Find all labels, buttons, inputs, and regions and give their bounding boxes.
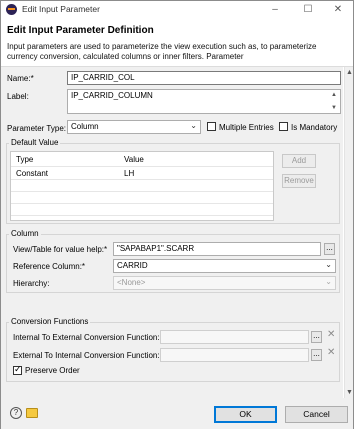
close-button[interactable]: ✕ [324, 2, 352, 17]
is-mandatory-checkbox[interactable] [279, 122, 288, 131]
row-divider [11, 191, 273, 192]
eclipse-app-icon [6, 4, 17, 15]
ok-button[interactable]: OK [214, 406, 277, 423]
name-label: Name:* [7, 74, 34, 83]
multiple-entries-label: Multiple Entries [219, 123, 274, 132]
page-title: Edit Input Parameter Definition [7, 25, 154, 36]
name-field[interactable]: IP_CARRID_COL [67, 71, 341, 85]
row-divider [11, 203, 273, 204]
reference-column-value: CARRID [117, 261, 148, 270]
scroll-up-arrow-icon[interactable]: ▲ [346, 69, 353, 76]
parameter-type-label: Parameter Type: [7, 124, 66, 133]
view-table-label: View/Table for value help:* [13, 245, 108, 254]
column-header-value: Value [124, 155, 144, 164]
row-divider [11, 179, 273, 180]
table-row[interactable]: Constant LH [11, 167, 273, 179]
dialog-window: Edit Input Parameter – ☐ ✕ Edit Input Pa… [0, 0, 354, 429]
chevron-down-icon: ⌄ [190, 121, 197, 130]
browse-view-table-button[interactable]: ... [324, 243, 335, 255]
hierarchy-label: Hierarchy: [13, 279, 50, 288]
view-table-field[interactable]: "SAPABAP1".SCARR [113, 242, 321, 256]
clear-x-icon[interactable]: ✕ [327, 347, 335, 358]
ext-to-int-field[interactable] [160, 348, 309, 362]
header-description: Input parameters are used to parameteriz… [7, 42, 317, 61]
folder-icon[interactable] [26, 408, 38, 418]
int-to-ext-label: Internal To External Conversion Function… [13, 333, 160, 342]
parameter-type-value: Column [71, 122, 99, 131]
form-content: Name:* IP_CARRID_COL Label: IP_CARRID_CO… [1, 67, 343, 398]
chevron-down-icon: ⌄ [325, 260, 332, 269]
column-header-type: Type [16, 155, 34, 164]
dialog-footer: ? OK Cancel [1, 398, 353, 429]
window-title: Edit Input Parameter [22, 4, 100, 14]
browse-int-to-ext-button[interactable]: ... [311, 331, 322, 343]
default-value-title: Default Value [9, 138, 61, 147]
is-mandatory-label: Is Mandatory [291, 123, 338, 132]
hierarchy-select[interactable]: <None> ⌄ [113, 276, 336, 290]
scroll-down-icon: ▼ [331, 105, 337, 111]
scroll-down-arrow-icon[interactable]: ▼ [346, 389, 353, 396]
row-type-cell[interactable]: Constant [16, 169, 48, 178]
dialog-header: Edit Input Parameter Definition Input pa… [1, 19, 353, 67]
title-bar[interactable]: Edit Input Parameter – ☐ ✕ [1, 1, 353, 19]
label-label: Label: [7, 92, 29, 101]
row-divider [11, 215, 273, 216]
help-icon[interactable]: ? [10, 407, 22, 419]
chevron-down-icon: ⌄ [325, 277, 332, 286]
browse-ext-to-int-button[interactable]: ... [311, 349, 322, 361]
minimize-button[interactable]: – [261, 2, 289, 17]
parameter-type-select[interactable]: Column ⌄ [67, 120, 201, 134]
row-value-cell[interactable]: LH [124, 169, 134, 178]
preserve-order-label: Preserve Order [25, 366, 80, 375]
hierarchy-value: <None> [117, 278, 146, 287]
ext-to-int-label: External To Internal Conversion Function… [13, 351, 160, 360]
multiple-entries-checkbox[interactable] [207, 122, 216, 131]
label-field-value: IP_CARRID_COLUMN [71, 91, 153, 100]
label-field[interactable]: IP_CARRID_COLUMN ▲ ▼ [67, 89, 341, 114]
cancel-button[interactable]: Cancel [285, 406, 348, 423]
default-value-table[interactable]: Type Value Constant LH [10, 151, 274, 221]
clear-x-icon[interactable]: ✕ [327, 329, 335, 340]
preserve-order-checkbox[interactable] [13, 364, 22, 375]
column-group-title: Column [9, 229, 41, 238]
int-to-ext-field[interactable] [160, 330, 309, 344]
maximize-button[interactable]: ☐ [294, 2, 322, 17]
vertical-scrollbar[interactable]: ▲ ▼ [344, 67, 353, 398]
remove-button[interactable]: Remove [282, 174, 316, 188]
scroll-up-icon: ▲ [331, 92, 337, 98]
reference-column-label: Reference Column:* [13, 262, 86, 271]
reference-column-select[interactable]: CARRID ⌄ [113, 259, 336, 273]
conversion-functions-title: Conversion Functions [9, 317, 91, 326]
add-button[interactable]: Add [282, 154, 316, 168]
